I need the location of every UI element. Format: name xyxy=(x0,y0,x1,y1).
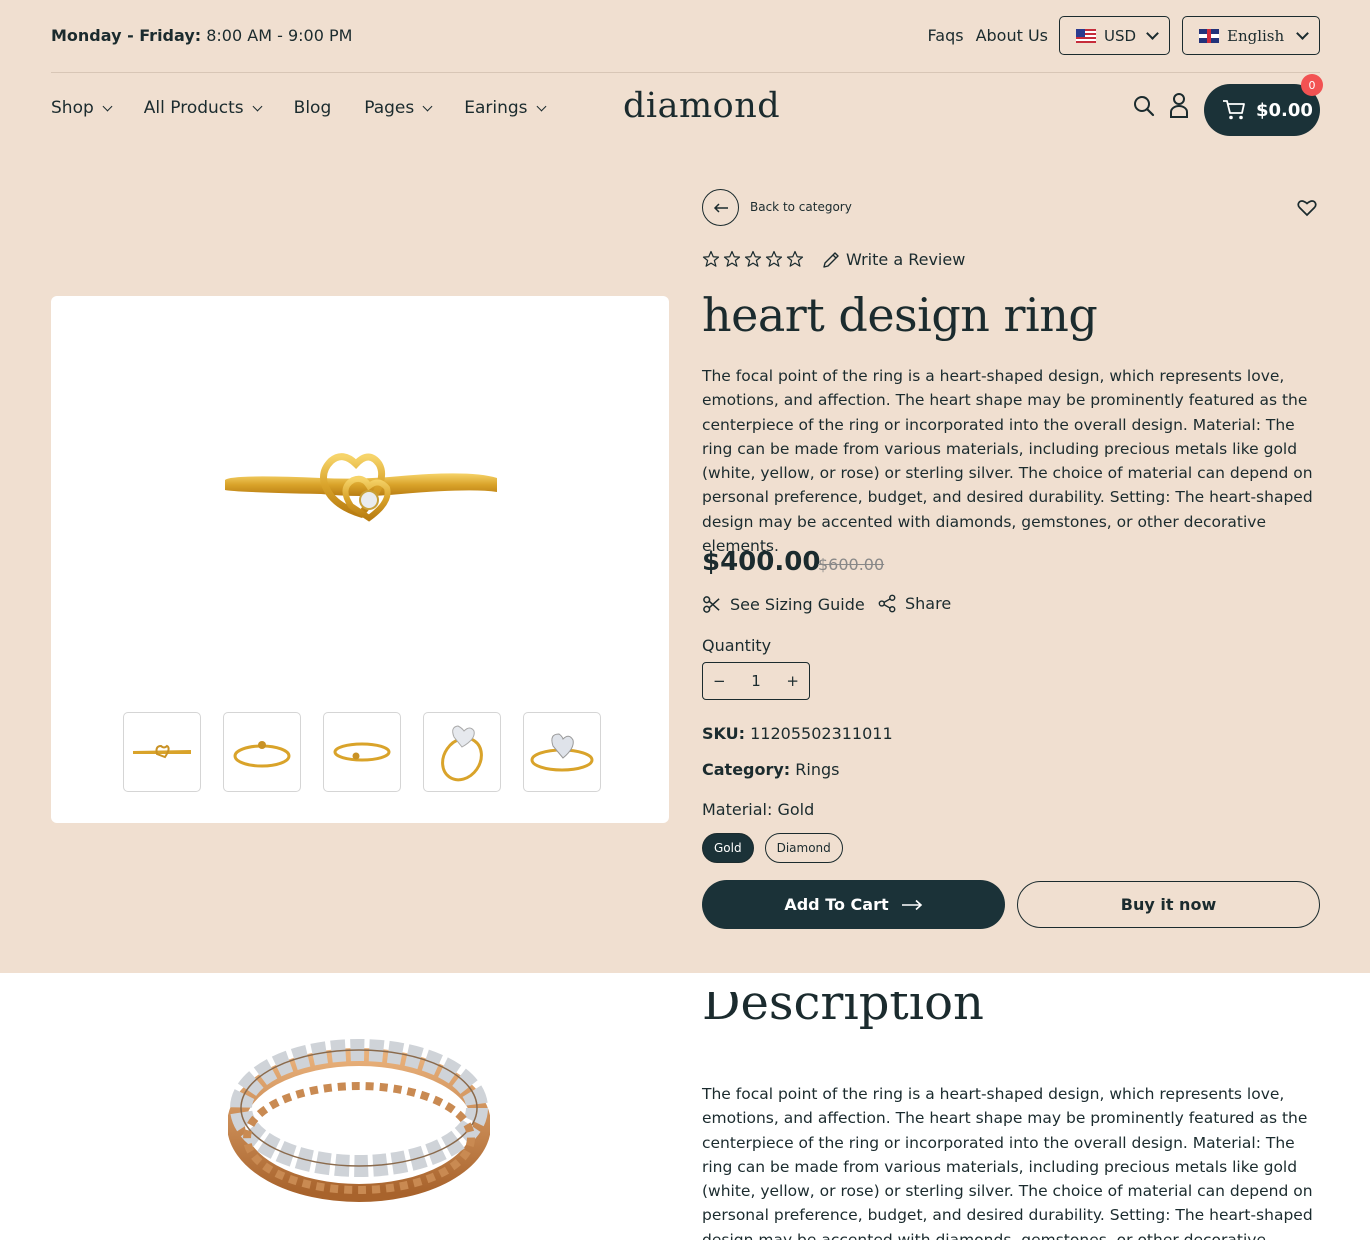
thumbnail[interactable] xyxy=(323,712,401,792)
top-bar: Monday - Friday: 8:00 AM - 9:00 PM Faqs … xyxy=(51,16,1320,56)
write-review-label: Write a Review xyxy=(846,250,966,269)
description-text: The focal point of the ring is a heart-s… xyxy=(702,1085,1313,1240)
star-icon xyxy=(765,250,783,267)
material-option-diamond[interactable]: Diamond xyxy=(764,833,843,863)
buy-now-button[interactable]: Buy it now xyxy=(1017,881,1320,928)
currency-value: USD xyxy=(1104,26,1137,45)
thumbnail[interactable] xyxy=(223,712,301,792)
top-links: Faqs About Us xyxy=(928,26,1048,45)
decrease-quantity-button[interactable]: − xyxy=(713,672,726,690)
quantity-stepper: − 1 + xyxy=(702,662,810,700)
hours-value: 8:00 AM - 9:00 PM xyxy=(206,26,353,45)
chevron-down-icon xyxy=(422,101,433,111)
thumbnail[interactable] xyxy=(523,712,601,792)
eternity-ring-image xyxy=(228,1039,490,1202)
nav-item-label: Shop xyxy=(51,98,94,118)
site-logo[interactable]: diamond xyxy=(623,86,780,126)
pencil-icon xyxy=(823,251,839,268)
material-label: Material: Gold xyxy=(702,800,815,819)
us-flag-icon xyxy=(1076,28,1096,43)
nav-item-pages[interactable]: Pages xyxy=(364,98,433,118)
heart-icon[interactable] xyxy=(1297,199,1317,217)
sku-value: 11205502311011 xyxy=(750,724,893,743)
thumbnail[interactable] xyxy=(423,712,501,792)
chevron-down-icon xyxy=(1296,27,1309,40)
product-title: heart design ring xyxy=(702,288,1098,342)
currency-select[interactable]: USD xyxy=(1059,16,1170,55)
chevron-down-icon xyxy=(102,101,113,111)
hours-label: Monday - Friday: xyxy=(51,26,202,45)
language-select[interactable]: English xyxy=(1182,16,1320,55)
share-icon xyxy=(878,594,896,613)
increase-quantity-button[interactable]: + xyxy=(786,672,799,690)
nav-item-label: Blog xyxy=(293,98,332,118)
scissors-icon xyxy=(703,596,720,613)
quantity-label: Quantity xyxy=(702,636,772,655)
cart-total: $0.00 xyxy=(1256,99,1313,121)
user-icon[interactable] xyxy=(1168,92,1190,120)
language-value: English xyxy=(1227,26,1285,45)
star-icon xyxy=(702,250,720,267)
sizing-guide-link[interactable]: See Sizing Guide xyxy=(702,595,865,614)
uk-flag-icon xyxy=(1199,28,1219,43)
nav-item-blog[interactable]: Blog xyxy=(294,98,332,118)
chevron-down-icon xyxy=(1146,27,1159,40)
description-heading: Description xyxy=(702,992,984,1046)
description-heading-text: Description xyxy=(702,992,984,1031)
thumbnail-strip xyxy=(123,712,601,792)
about-us-link[interactable]: About Us xyxy=(976,26,1048,45)
product-short-description: The focal point of the ring is a heart-s… xyxy=(702,367,1313,556)
nav-item-label: All Products xyxy=(143,98,244,118)
add-to-cart-button[interactable]: Add To Cart xyxy=(702,880,1005,929)
chevron-down-icon xyxy=(536,101,546,111)
arrow-right-icon xyxy=(901,899,922,910)
sku-row: SKU: 11205502311011 xyxy=(702,724,893,743)
business-hours: Monday - Friday: 8:00 AM - 9:00 PM xyxy=(51,26,352,45)
write-review-link[interactable]: Write a Review xyxy=(822,250,965,269)
nav-item-shop[interactable]: Shop xyxy=(51,98,113,118)
chevron-down-icon xyxy=(252,101,263,111)
star-icon xyxy=(786,250,804,267)
header-divider xyxy=(51,72,1320,73)
category-value[interactable]: Rings xyxy=(795,760,839,779)
back-to-category-link[interactable]: Back to category xyxy=(750,200,852,214)
material-options: Gold Diamond xyxy=(702,833,843,863)
quantity-value[interactable]: 1 xyxy=(751,672,761,690)
nav-item-label: Pages xyxy=(364,98,415,118)
nav-item-all-products[interactable]: All Products xyxy=(143,98,263,118)
share-label: Share xyxy=(905,594,952,613)
product-price: $400.00 xyxy=(702,547,821,577)
search-icon[interactable] xyxy=(1132,94,1156,118)
sku-label: SKU: xyxy=(702,724,746,743)
product-old-price: $600.00 xyxy=(818,555,885,574)
star-rating[interactable] xyxy=(702,250,804,268)
cart-icon xyxy=(1223,100,1245,120)
arrow-left-icon xyxy=(713,202,728,213)
cart-count-badge: 0 xyxy=(1301,74,1323,96)
main-nav: Shop All Products Blog Pages Earings xyxy=(51,98,578,118)
thumbnail[interactable] xyxy=(123,712,201,792)
material-option-gold[interactable]: Gold xyxy=(702,833,754,863)
sizing-guide-label: See Sizing Guide xyxy=(730,595,865,614)
main-product-image[interactable] xyxy=(221,436,501,536)
category-row: Category: Rings xyxy=(702,760,840,779)
category-label: Category: xyxy=(702,760,791,779)
nav-item-earings[interactable]: Earings xyxy=(464,98,546,118)
star-icon xyxy=(744,250,762,267)
share-button[interactable]: Share xyxy=(878,594,951,613)
add-to-cart-label: Add To Cart xyxy=(784,895,889,914)
product-gallery xyxy=(51,296,669,823)
nav-item-label: Earings xyxy=(464,98,528,118)
back-button[interactable] xyxy=(702,189,739,226)
star-icon xyxy=(723,250,741,267)
faqs-link[interactable]: Faqs xyxy=(928,26,964,45)
